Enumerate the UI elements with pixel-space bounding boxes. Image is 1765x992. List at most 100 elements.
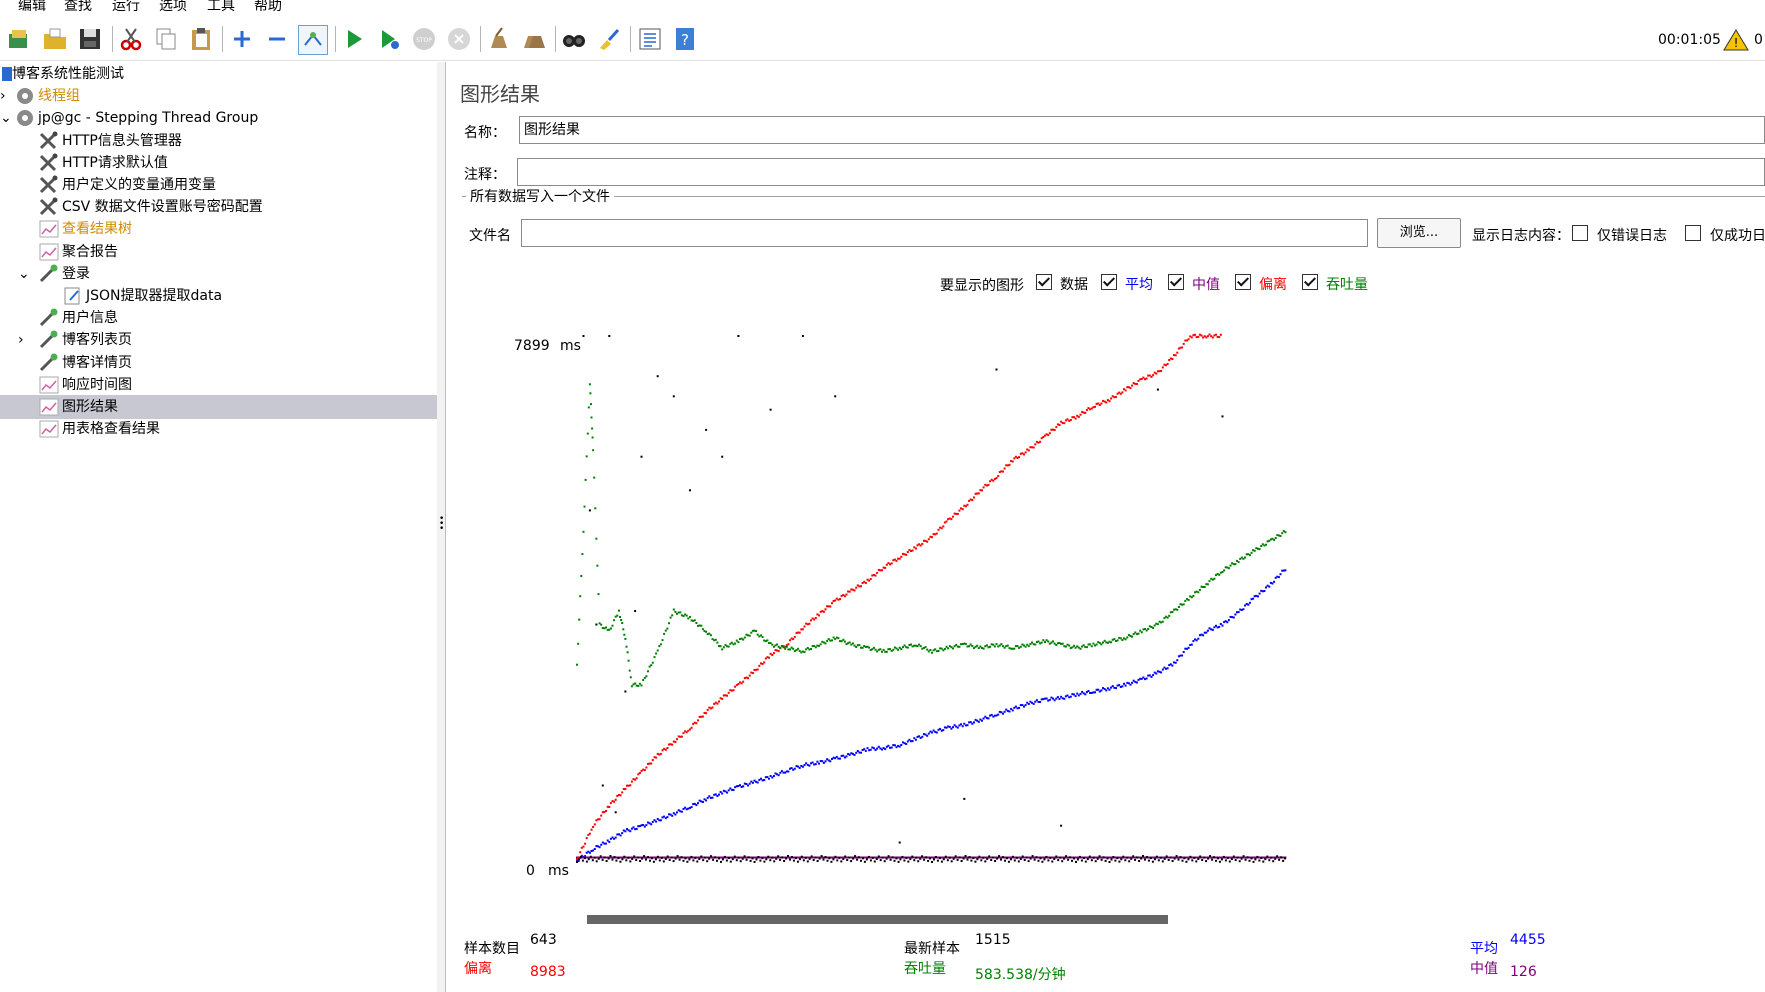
- series-point: [1079, 647, 1082, 650]
- data-point: [690, 855, 693, 858]
- deviation-checkbox[interactable]: [1235, 274, 1251, 290]
- tree-item[interactable]: 聚合报告: [0, 240, 437, 264]
- tree-item[interactable]: 响应时间图: [0, 373, 437, 397]
- comment-label: 注释：: [464, 167, 506, 183]
- series-point: [671, 614, 674, 617]
- series-point: [1013, 647, 1016, 650]
- data-point: [716, 859, 718, 862]
- tree-item[interactable]: CSV 数据文件设置账号密码配置: [0, 195, 437, 219]
- start-no-pause-icon[interactable]: [375, 25, 403, 53]
- open-icon[interactable]: [41, 25, 69, 53]
- data-point: [1011, 855, 1014, 858]
- series-point: [1218, 625, 1221, 628]
- chart-scrollbar[interactable]: [587, 915, 1168, 924]
- data-point: [1060, 824, 1063, 827]
- tree-item[interactable]: JSON提取器提取data: [0, 284, 437, 308]
- menu-edit[interactable]: 编辑: [18, 0, 46, 16]
- copy-icon[interactable]: [152, 25, 180, 53]
- help-icon[interactable]: ?: [671, 25, 699, 53]
- series-point: [1003, 467, 1006, 470]
- tree-item[interactable]: 用表格查看结果: [0, 417, 437, 441]
- menu-tools[interactable]: 工具: [207, 0, 235, 16]
- comment-field[interactable]: [517, 158, 1765, 186]
- menu-run[interactable]: 运行: [112, 0, 140, 16]
- average-checkbox[interactable]: [1101, 274, 1117, 290]
- tree-item[interactable]: 博客系统性能测试: [0, 62, 437, 86]
- success-only-checkbox[interactable]: [1685, 225, 1701, 241]
- menu-search[interactable]: 查找: [64, 0, 92, 16]
- series-point: [995, 477, 998, 479]
- stop-icon[interactable]: STOP: [410, 25, 438, 53]
- series-point: [1110, 641, 1113, 644]
- toggle-icon[interactable]: [298, 25, 328, 55]
- series-point: [1211, 336, 1214, 339]
- data-point: [1059, 856, 1062, 859]
- svg-text:!: !: [1734, 36, 1739, 50]
- tree-item[interactable]: 查看结果树: [0, 217, 437, 241]
- data-point: [818, 857, 821, 860]
- series-point: [1063, 422, 1066, 425]
- tree-item[interactable]: 用户信息: [0, 306, 437, 330]
- clear-all-icon[interactable]: [520, 25, 548, 53]
- splitter[interactable]: • • •: [437, 62, 446, 992]
- data-point: [729, 860, 732, 863]
- data-point: [1073, 857, 1075, 860]
- data-point: [725, 859, 728, 862]
- paste-icon[interactable]: [187, 25, 215, 53]
- collapse-toggle-icon[interactable]: ⌄: [18, 262, 30, 286]
- tree-item[interactable]: 图形结果: [0, 395, 437, 419]
- tree-item[interactable]: HTTP信息头管理器: [0, 129, 437, 153]
- series-point: [1068, 644, 1071, 647]
- menu-help[interactable]: 帮助: [254, 0, 282, 16]
- reset-search-icon[interactable]: [595, 25, 623, 53]
- start-icon[interactable]: [340, 25, 368, 53]
- data-point: [1185, 860, 1188, 863]
- tree-item[interactable]: ⌄ jp@gc - Stepping Thread Group: [0, 106, 437, 130]
- series-point: [1027, 703, 1030, 705]
- browse-button[interactable]: 浏览...: [1377, 218, 1461, 248]
- clear-icon[interactable]: [485, 25, 513, 53]
- expand-toggle-icon[interactable]: ›: [0, 84, 6, 108]
- tree-item[interactable]: › 线程组: [0, 84, 437, 108]
- data-point: [623, 855, 626, 858]
- data-checkbox[interactable]: [1036, 274, 1052, 290]
- graphs-to-display-label: 要显示的图形: [940, 278, 1024, 294]
- name-field[interactable]: 图形结果: [519, 116, 1765, 144]
- function-helper-icon[interactable]: [636, 25, 664, 53]
- save-icon[interactable]: [76, 25, 104, 53]
- data-point: [1248, 859, 1251, 862]
- data-point: [583, 857, 586, 860]
- series-point: [706, 708, 709, 711]
- warning-icon[interactable]: !: [1723, 28, 1749, 56]
- collapse-icon[interactable]: [263, 25, 291, 53]
- tree-item-label: 图形结果: [62, 399, 118, 415]
- series-point: [701, 801, 704, 803]
- cut-icon[interactable]: [117, 25, 145, 53]
- expand-icon[interactable]: [228, 25, 256, 53]
- series-point: [927, 732, 930, 735]
- series-point: [624, 637, 627, 640]
- tree-item[interactable]: 博客详情页: [0, 351, 437, 375]
- tree-item[interactable]: HTTP请求默认值: [0, 151, 437, 175]
- search-icon[interactable]: [560, 25, 588, 53]
- shutdown-icon[interactable]: [445, 25, 473, 53]
- tree-item[interactable]: 用户定义的变量通用变量: [0, 173, 437, 197]
- collapse-toggle-icon[interactable]: ⌄: [0, 106, 12, 130]
- expand-toggle-icon[interactable]: ›: [18, 328, 24, 352]
- tree-item[interactable]: ⌄ 登录: [0, 262, 437, 286]
- series-point: [1003, 710, 1006, 713]
- menu-options[interactable]: 选项: [159, 0, 187, 16]
- series-point: [818, 614, 820, 617]
- errors-only-checkbox[interactable]: [1572, 225, 1588, 241]
- filename-input[interactable]: [521, 219, 1368, 247]
- data-point: [1221, 415, 1224, 418]
- throughput-stat-label: 吞吐量: [904, 961, 946, 977]
- throughput-checkbox[interactable]: [1302, 274, 1318, 290]
- data-point: [1242, 855, 1245, 858]
- templates-icon[interactable]: [5, 25, 33, 53]
- series-point: [627, 829, 630, 832]
- plot-area: [576, 333, 1287, 863]
- data-point: [984, 860, 987, 863]
- median-checkbox[interactable]: [1168, 274, 1184, 290]
- tree-item[interactable]: › 博客列表页: [0, 328, 437, 352]
